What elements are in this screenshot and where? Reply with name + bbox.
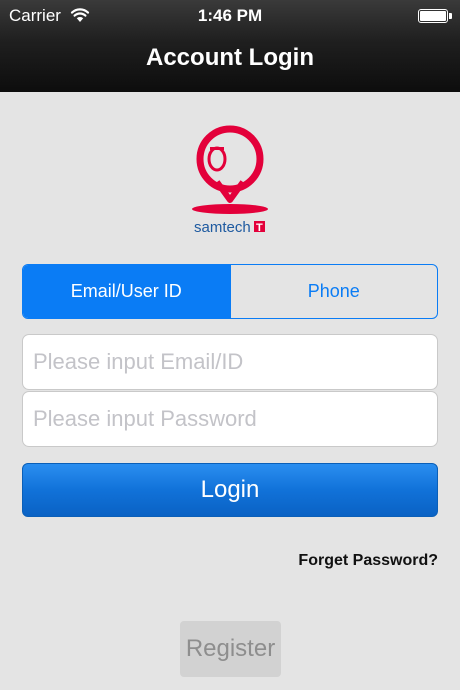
login-type-segmented-control: Email/User ID Phone xyxy=(22,264,438,319)
battery-icon xyxy=(418,9,452,23)
login-button[interactable]: Login xyxy=(22,463,438,517)
status-time: 1:46 PM xyxy=(197,6,263,25)
segment-email-user-id[interactable]: Email/User ID xyxy=(23,265,230,318)
status-bar: Carrier 1:46 PM xyxy=(0,0,460,30)
email-input[interactable] xyxy=(22,334,438,390)
brand-wordmark: samtech xyxy=(194,219,251,236)
segment-phone[interactable]: Phone xyxy=(229,265,438,318)
page-title: Account Login xyxy=(146,44,314,71)
top-bar: Carrier 1:46 PM Account Login xyxy=(0,0,460,92)
password-input[interactable] xyxy=(22,391,438,447)
register-button[interactable]: Register xyxy=(180,621,281,677)
forgot-password-link[interactable]: Forget Password? xyxy=(298,552,438,570)
svg-text:T: T xyxy=(256,222,263,234)
samtech-logo: samtech T xyxy=(190,122,270,236)
